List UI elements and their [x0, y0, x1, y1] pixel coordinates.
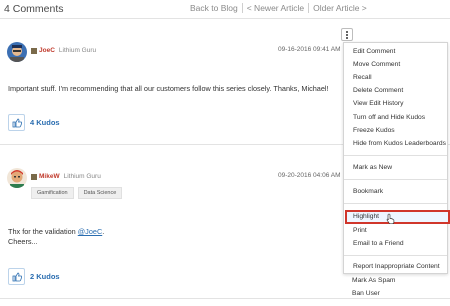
- avatar[interactable]: [7, 42, 27, 62]
- nav-divider: [308, 3, 310, 13]
- body-text: Thx for the validation: [8, 227, 78, 236]
- dot-icon: [346, 33, 348, 36]
- back-to-blog-link[interactable]: Back to Blog: [190, 3, 238, 13]
- comment-options-menu: Edit Comment Move Comment Recall Delete …: [343, 42, 450, 274]
- article-nav: Back to Blog < Newer Article Older Artic…: [190, 3, 367, 13]
- menu-divider: [344, 179, 447, 180]
- divider: [0, 18, 450, 19]
- comment-body: Thx for the validation @JoeC. Cheers...: [8, 227, 338, 247]
- thumbs-up-icon: [12, 272, 22, 281]
- menu-item-view-edit-history[interactable]: View Edit History: [353, 100, 403, 107]
- menu-item-report-inappropriate[interactable]: Report Inappropriate Content: [353, 263, 440, 270]
- body-text: Cheers...: [8, 237, 38, 246]
- author-name[interactable]: MikeW: [39, 173, 60, 180]
- nav-divider: [241, 3, 243, 13]
- comment-options-button[interactable]: [341, 28, 353, 41]
- menu-item-highlight[interactable]: Highlight: [353, 213, 379, 220]
- menu-divider: [344, 255, 447, 256]
- menu-item-email-to-friend[interactable]: Email to a Friend: [353, 240, 404, 247]
- author-row: MikeW Lithium Guru: [31, 173, 101, 180]
- body-text: .: [102, 227, 105, 236]
- kudo-button[interactable]: [8, 268, 25, 285]
- thumbs-up-icon: [12, 118, 22, 127]
- author-name[interactable]: JoeC: [39, 47, 55, 54]
- older-article-link[interactable]: Older Article >: [313, 3, 367, 13]
- menu-item-ban-user[interactable]: Ban User: [352, 290, 380, 297]
- menu-item-mark-as-new[interactable]: Mark as New: [353, 164, 392, 171]
- hand-cursor-icon: [386, 213, 395, 224]
- menu-divider: [344, 155, 447, 156]
- author-rank: Lithium Guru: [63, 173, 101, 180]
- comments-count-title: 4 Comments: [4, 3, 64, 15]
- menu-item-edit-comment[interactable]: Edit Comment: [353, 48, 395, 55]
- tag-data-science[interactable]: Data Science: [77, 187, 123, 199]
- menu-item-print[interactable]: Print: [353, 227, 367, 234]
- menu-item-delete-comment[interactable]: Delete Comment: [353, 87, 403, 94]
- menu-item-freeze-kudos[interactable]: Freeze Kudos: [353, 127, 395, 134]
- kudos-count[interactable]: 2 Kudos: [30, 272, 60, 281]
- menu-item-move-comment[interactable]: Move Comment: [353, 61, 400, 68]
- rank-icon: [31, 173, 37, 180]
- comment-date: 09-16-2016 09:41 AM: [278, 46, 341, 53]
- kudos-count[interactable]: 4 Kudos: [30, 118, 60, 127]
- dot-icon: [346, 30, 348, 33]
- menu-item-hide-from-leaderboards[interactable]: Hide from Kudos Leaderboards: [353, 140, 446, 147]
- kudo-button[interactable]: [8, 114, 25, 131]
- newer-article-link[interactable]: < Newer Article: [247, 3, 304, 13]
- author-rank: Lithium Guru: [58, 47, 97, 54]
- menu-item-bookmark[interactable]: Bookmark: [353, 188, 383, 195]
- menu-divider: [344, 203, 447, 204]
- tag-list: Gamification Data Science: [31, 187, 126, 199]
- comment-body: Important stuff. I'm recommending that a…: [8, 84, 329, 93]
- author-row: JoeC Lithium Guru: [31, 47, 96, 54]
- divider: [0, 298, 450, 299]
- mention-link[interactable]: @JoeC: [78, 227, 102, 236]
- dot-icon: [346, 36, 348, 39]
- menu-item-recall[interactable]: Recall: [353, 74, 372, 81]
- tag-gamification[interactable]: Gamification: [31, 187, 74, 199]
- menu-item-mark-as-spam[interactable]: Mark As Spam: [352, 277, 395, 284]
- rank-icon: [31, 47, 37, 54]
- avatar[interactable]: [7, 168, 27, 188]
- menu-item-turn-off-kudos[interactable]: Turn off and Hide Kudos: [353, 114, 425, 121]
- comment-date: 09-20-2016 04:06 AM: [278, 172, 341, 179]
